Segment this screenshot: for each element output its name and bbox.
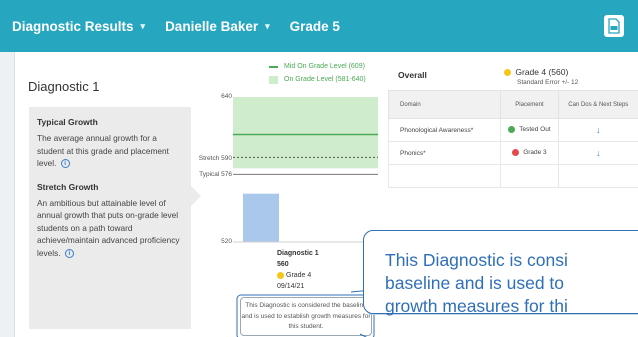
callout-line-1: This Diagnostic is consi: [385, 250, 568, 270]
bar-name: Diagnostic 1: [277, 250, 319, 257]
student-name-label: Danielle Baker: [165, 18, 259, 34]
overall-label: Overall: [398, 70, 427, 80]
bar-grade-label: Grade 4: [286, 272, 312, 279]
placement-cell: Grade 3: [500, 141, 559, 165]
results-card: Diagnostic 1 Typical Growth The average …: [14, 52, 638, 337]
bar-label: Diagnostic 1 560 Grade 4 09/14/21: [277, 248, 319, 292]
chevron-down-icon: ▾: [265, 20, 270, 31]
callout-line-2: baseline and is used to: [385, 273, 565, 293]
domain-table: Domain Placement Can Dos & Next Steps Ph…: [387, 90, 638, 188]
pdf-icon[interactable]: [604, 15, 624, 37]
bar-date: 09/14/21: [277, 283, 305, 290]
domain-cell: Phonics*: [387, 141, 502, 165]
diagnostic-bar: [243, 193, 279, 242]
domain-cell: [387, 164, 502, 188]
arrow-down-icon[interactable]: ↓: [596, 148, 601, 158]
typical-line-label: Typical 576: [199, 171, 232, 178]
overall-placement: Grade 4 (560): [504, 67, 568, 77]
next-steps-cell: [557, 164, 638, 188]
table-header-row: Domain Placement Can Dos & Next Steps: [387, 90, 638, 119]
grade-label: Grade 5: [289, 18, 340, 34]
bar-grade: Grade 4: [277, 270, 319, 281]
can-dos-header: Can Dos & Next Steps: [557, 90, 638, 119]
zoom-callout: This Diagnostic is consi baseline and is…: [363, 230, 638, 316]
status-dot: [512, 149, 520, 157]
next-steps-cell: ↓: [557, 118, 638, 142]
arrow-down-icon[interactable]: ↓: [596, 125, 601, 135]
y-tick-520: 520: [221, 238, 232, 245]
table-row[interactable]: Phonics* Grade 3 ↓: [387, 141, 638, 165]
next-steps-cell: ↓: [557, 141, 638, 165]
chevron-down-icon: ▾: [140, 20, 146, 31]
placement-header: Placement: [500, 90, 559, 119]
diagnostic-results-menu[interactable]: Diagnostic Results ▾: [12, 19, 145, 34]
domain-cell: Phonological Awareness*: [387, 118, 502, 142]
bar-score: 560: [277, 261, 289, 268]
baseline-tooltip: This Diagnostic is considered the baseli…: [240, 297, 372, 336]
grade-dot: [277, 271, 284, 279]
callout-line-3: growth measures for thi: [385, 296, 568, 316]
overall-placement-label: Grade 4 (560): [515, 67, 569, 77]
diagnostic-results-label: Diagnostic Results: [12, 18, 134, 34]
standard-error: Standard Error +/- 12: [517, 79, 579, 86]
table-row: [387, 164, 638, 188]
placement-cell: Tested Out: [500, 118, 559, 142]
placement-cell: [500, 164, 559, 188]
top-bar: Diagnostic Results ▾ Danielle Baker ▾ Gr…: [0, 0, 638, 52]
student-menu[interactable]: Danielle Baker ▾: [165, 19, 270, 34]
grade-dot: [504, 69, 511, 77]
domain-header: Domain: [387, 90, 502, 119]
check-icon: [508, 126, 516, 134]
y-tick-640: 640: [221, 93, 232, 100]
stretch-line-label: Stretch 590: [198, 155, 232, 162]
placement-label: Tested Out: [519, 126, 551, 134]
table-row[interactable]: Phonological Awareness* Tested Out ↓: [387, 118, 638, 142]
placement-label: Grade 3: [523, 149, 547, 157]
